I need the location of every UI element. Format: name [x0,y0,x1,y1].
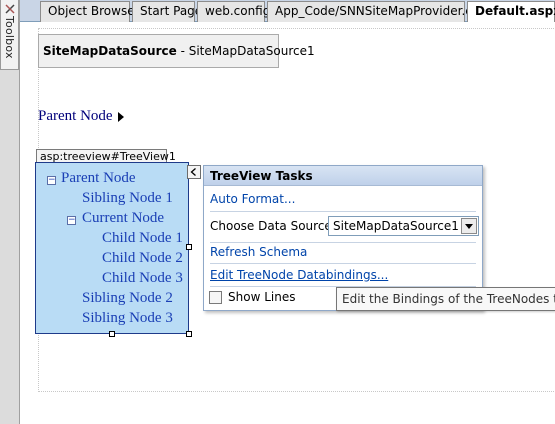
tree-node-child-1[interactable]: Child Node 1 [102,230,183,247]
tab-snnsitemapprovider[interactable]: App_Code/SNNSiteMapProvider.cs [267,1,478,22]
document-tab-bar: Object Browser Start Page web.config App… [20,0,555,23]
tasks-divider [210,211,476,212]
path-separator-arrow-icon [117,111,124,122]
sitemapdatasource-id: SiteMapDataSource1 [188,44,315,58]
treeview-tag-label: asp:treeview#TreeView1 [36,149,176,163]
tree-node-parent[interactable]: Parent Node [61,170,136,187]
dropdown-arrow-icon[interactable] [461,218,477,234]
smart-tag-button[interactable] [187,165,201,179]
tab-start-page[interactable]: Start Page [132,1,202,22]
tasks-divider [210,263,476,264]
auto-format-link[interactable]: Auto Format... [210,192,295,206]
sitemapdatasource-separator: - [176,44,189,58]
sitemap-path-control[interactable]: Parent Node [38,108,124,125]
smart-tag-arrow-icon [190,168,196,176]
tab-object-browser[interactable]: Object Browser [40,1,140,22]
toolbox-icon [5,4,15,14]
sitemapdatasource-type: SiteMapDataSource [43,44,177,58]
refresh-schema-link[interactable]: Refresh Schema [210,245,307,259]
data-source-dropdown[interactable]: SiteMapDataSource1 [328,216,479,236]
tooltip: Edit the Bindings of the TreeNodes to th… [336,287,555,311]
show-lines-label: Show Lines [228,290,296,304]
data-source-value: SiteMapDataSource1 [333,219,459,233]
toolbox-tab[interactable]: Toolbox [0,0,19,70]
sitemap-path-node: Parent Node [38,108,113,124]
edit-treenode-databindings-link[interactable]: Edit TreeNode Databindings... [210,268,388,282]
tree-node-sibling-1[interactable]: Sibling Node 1 [82,190,173,207]
tasks-divider [210,242,476,243]
collapse-parent-icon[interactable]: − [47,176,56,185]
resize-handle-bottom[interactable] [109,331,115,337]
tasks-panel-title: TreeView Tasks [204,166,482,186]
choose-data-source-label: Choose Data Source: [210,219,336,233]
show-lines-checkbox[interactable] [209,291,222,304]
tree-node-sibling-3[interactable]: Sibling Node 3 [82,310,173,327]
resize-handle-corner[interactable] [186,331,192,337]
resize-handle-right[interactable] [186,244,192,250]
tab-web-config[interactable]: web.config [197,1,270,22]
design-surface[interactable]: SiteMapDataSource - SiteMapDataSource1 P… [21,22,555,424]
tree-node-child-3[interactable]: Child Node 3 [102,270,183,287]
sitemapdatasource-control[interactable]: SiteMapDataSource - SiteMapDataSource1 [38,34,315,68]
collapse-current-icon[interactable]: − [67,216,76,225]
tree-node-sibling-2[interactable]: Sibling Node 2 [82,290,173,307]
tree-node-current[interactable]: Current Node [82,210,164,227]
treeview-control[interactable]: − Parent Node Sibling Node 1 − Current N… [35,162,189,334]
tab-default-aspx[interactable]: Default.aspx [467,1,555,23]
toolbox-label: Toolbox [3,16,16,59]
tree-node-child-2[interactable]: Child Node 2 [102,250,183,267]
toolbox-strip: Toolbox [0,0,20,424]
